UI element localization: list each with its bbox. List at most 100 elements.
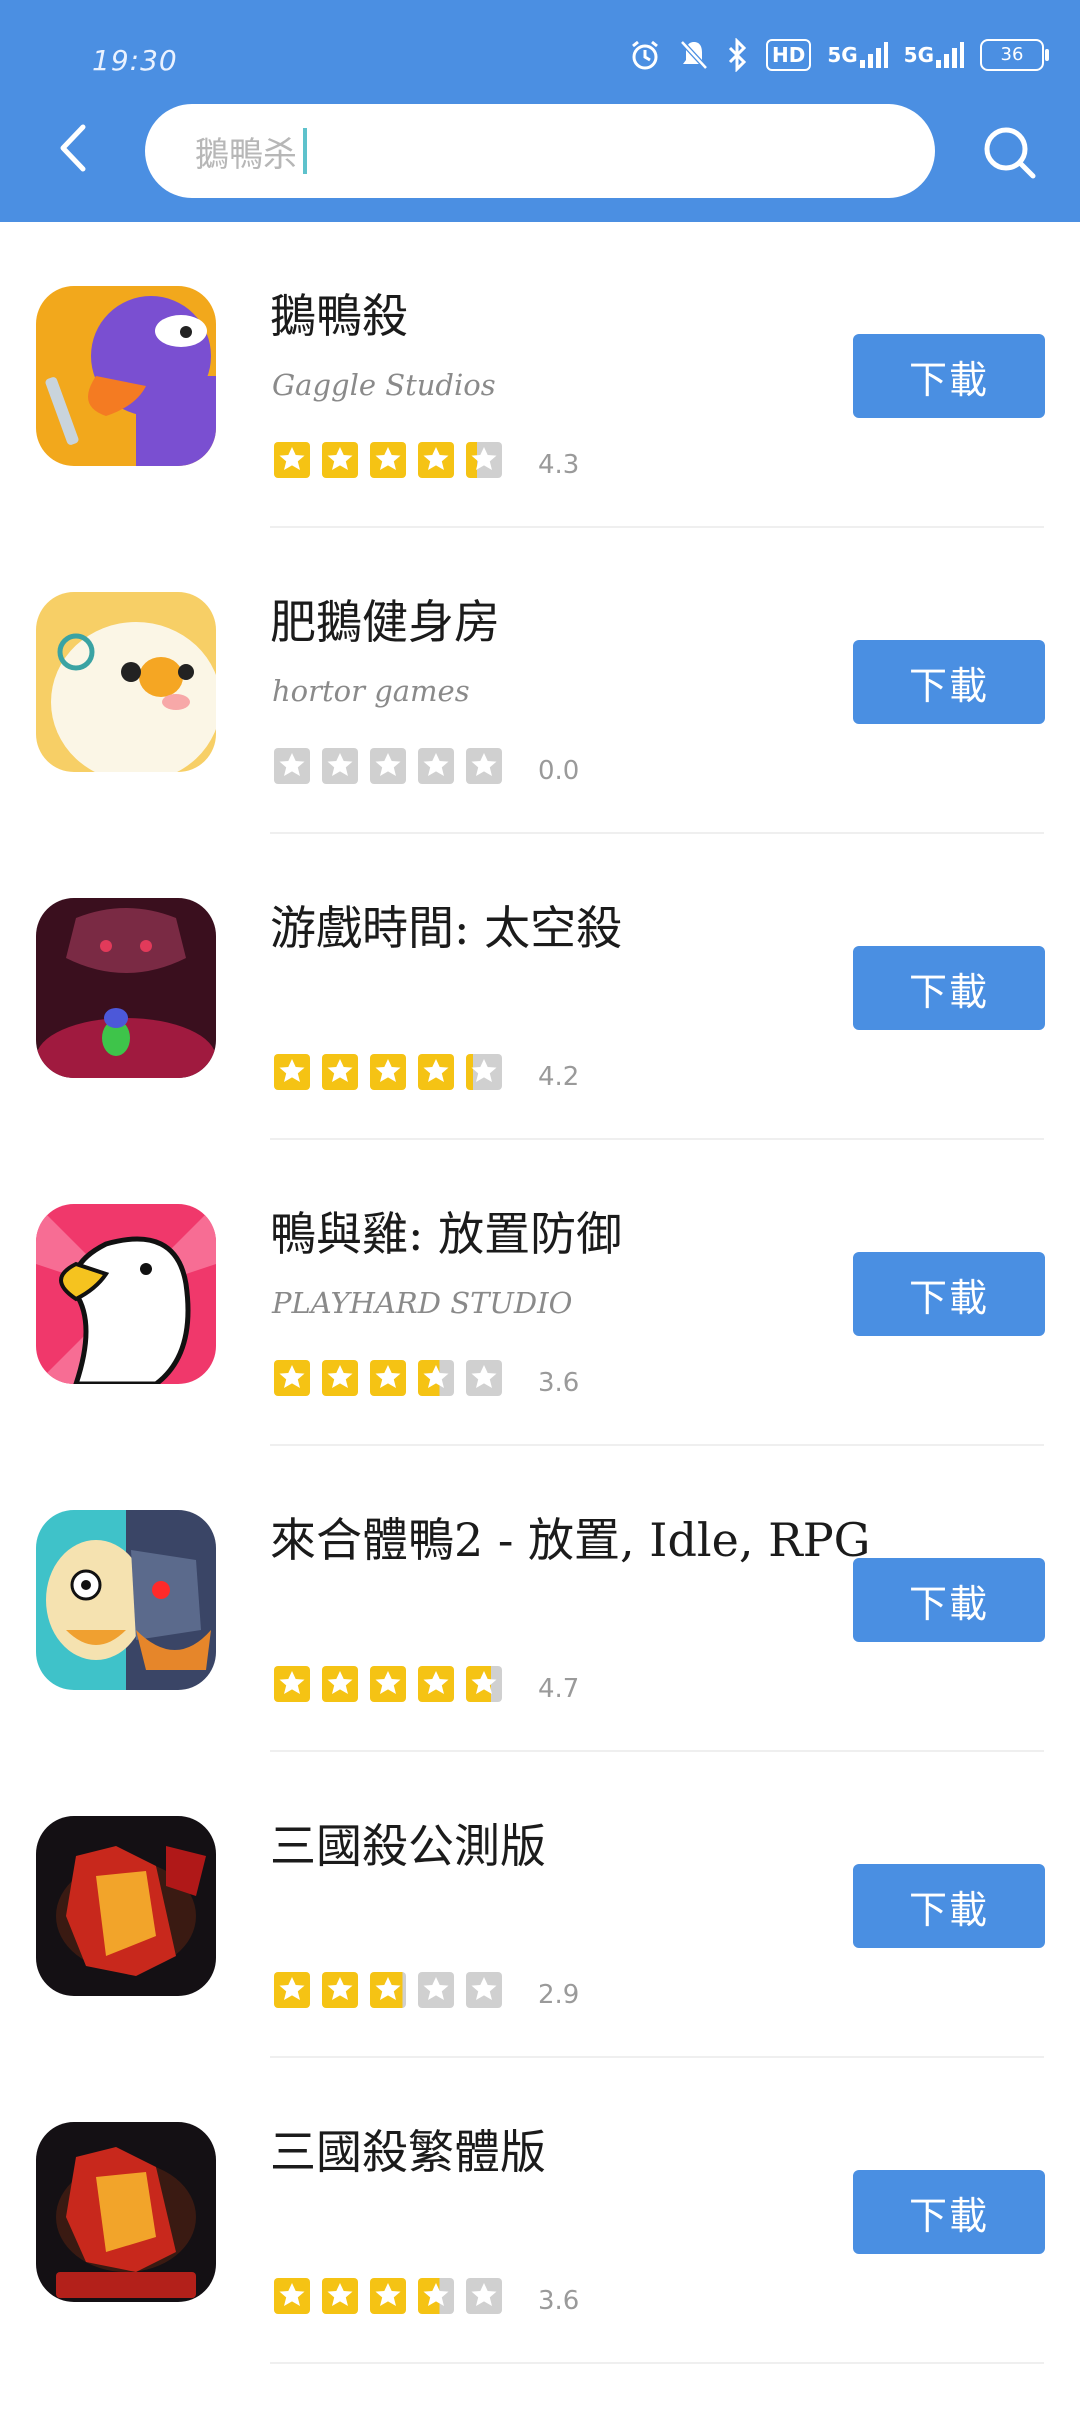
list-item[interactable]: 三國殺繁體版 3.6 下載 xyxy=(0,2058,1080,2364)
alarm-icon xyxy=(628,38,662,72)
app-developer: PLAYHARD STUDIO xyxy=(272,1286,573,1320)
star-icon xyxy=(274,748,310,784)
list-item[interactable]: 肥鵝健身房 hortor games 0.0 下載 xyxy=(0,528,1080,834)
star-icon xyxy=(322,2278,358,2314)
star-icon xyxy=(370,1666,406,1702)
star-icon xyxy=(274,1360,310,1396)
rating-value: 4.7 xyxy=(538,1674,580,1704)
app-icon[interactable] xyxy=(36,1204,216,1384)
star-icon xyxy=(322,1972,358,2008)
app-title: 鴨與雞: 放置防御 xyxy=(270,1207,623,1261)
download-button[interactable]: 下載 xyxy=(853,1864,1045,1948)
app-title: 鵝鴨殺 xyxy=(270,289,408,343)
app-icon[interactable] xyxy=(36,286,216,466)
download-button[interactable]: 下載 xyxy=(853,334,1045,418)
star-icon xyxy=(370,1054,406,1090)
signal-bars-icon xyxy=(936,42,964,68)
network-type-1: 5G xyxy=(827,43,858,67)
star-icon xyxy=(418,748,454,784)
star-rating xyxy=(274,748,502,784)
app-icon[interactable] xyxy=(36,1510,216,1690)
star-icon xyxy=(274,1054,310,1090)
signal-1: 5G xyxy=(827,40,888,70)
app-title: 三國殺公測版 xyxy=(270,1819,546,1873)
star-icon xyxy=(322,1360,358,1396)
star-icon xyxy=(418,1972,454,2008)
app-title: 來合體鴨2 - 放置, Idle, RPG xyxy=(270,1513,871,1567)
star-rating xyxy=(274,1054,502,1090)
star-rating xyxy=(274,1360,502,1396)
download-button[interactable]: 下載 xyxy=(853,946,1045,1030)
star-icon xyxy=(322,442,358,478)
status-icons: HD 5G 5G 36 xyxy=(628,38,1049,72)
app-icon[interactable] xyxy=(36,592,216,772)
signal-bars-icon xyxy=(859,42,888,68)
star-icon xyxy=(370,1972,406,2008)
rating-value: 2.9 xyxy=(538,1980,580,2010)
download-button[interactable]: 下載 xyxy=(853,2170,1045,2254)
star-icon xyxy=(418,1360,454,1396)
star-icon xyxy=(418,1666,454,1702)
top-bar: 19:30 HD 5G 5G 36 鵝鴨杀 xyxy=(0,0,1080,222)
rating-value: 3.6 xyxy=(538,2286,580,2316)
star-icon xyxy=(466,1666,502,1702)
star-icon xyxy=(274,2278,310,2314)
download-button[interactable]: 下載 xyxy=(853,1558,1045,1642)
download-button[interactable]: 下載 xyxy=(853,1252,1045,1336)
search-query: 鵝鴨杀 xyxy=(195,134,297,175)
star-icon xyxy=(418,2278,454,2314)
star-icon xyxy=(466,1054,502,1090)
app-developer: Gaggle Studios xyxy=(272,368,496,402)
star-icon xyxy=(274,442,310,478)
divider xyxy=(270,2362,1044,2364)
star-rating xyxy=(274,1972,502,2008)
star-icon xyxy=(274,1972,310,2008)
search-icon xyxy=(984,127,1036,179)
star-icon xyxy=(370,442,406,478)
star-icon xyxy=(418,442,454,478)
star-icon xyxy=(466,2278,502,2314)
bluetooth-icon xyxy=(726,38,750,72)
star-icon xyxy=(466,1972,502,2008)
star-icon xyxy=(370,748,406,784)
list-item[interactable]: 三國殺公測版 2.9 下載 xyxy=(0,1752,1080,2058)
search-button[interactable] xyxy=(975,118,1045,188)
signal-2: 5G xyxy=(904,40,964,70)
list-item[interactable]: 鴨與雞: 放置防御 PLAYHARD STUDIO 3.6 下載 xyxy=(0,1140,1080,1446)
rating-value: 4.3 xyxy=(538,450,580,480)
star-rating xyxy=(274,442,502,478)
status-time: 19:30 xyxy=(92,44,178,77)
app-icon[interactable] xyxy=(36,898,216,1078)
star-icon xyxy=(466,1360,502,1396)
app-icon[interactable] xyxy=(36,1816,216,1996)
search-input[interactable]: 鵝鴨杀 xyxy=(195,126,875,176)
star-icon xyxy=(466,442,502,478)
list-item[interactable]: 來合體鴨2 - 放置, Idle, RPG 4.7 下載 xyxy=(0,1446,1080,1752)
chevron-left-icon xyxy=(60,124,86,172)
star-icon xyxy=(322,1666,358,1702)
star-icon xyxy=(370,1360,406,1396)
search-box[interactable]: 鵝鴨杀 xyxy=(145,104,935,198)
rating-value: 4.2 xyxy=(538,1062,580,1092)
list-item[interactable]: 鵝鴨殺 Gaggle Studios 4.3 下載 xyxy=(0,222,1080,528)
text-caret xyxy=(303,128,307,174)
app-title: 三國殺繁體版 xyxy=(270,2125,546,2179)
app-developer: hortor games xyxy=(272,674,470,708)
app-title: 肥鵝健身房 xyxy=(270,595,500,649)
network-type-2: 5G xyxy=(903,43,934,67)
star-rating xyxy=(274,2278,502,2314)
back-button[interactable] xyxy=(46,118,98,178)
app-title: 游戲時間: 太空殺 xyxy=(270,901,623,955)
star-icon xyxy=(274,1666,310,1702)
rating-value: 3.6 xyxy=(538,1368,580,1398)
rating-value: 0.0 xyxy=(538,756,580,786)
app-icon[interactable] xyxy=(36,2122,216,2302)
hd-badge: HD xyxy=(765,39,812,71)
star-icon xyxy=(466,748,502,784)
download-button[interactable]: 下載 xyxy=(853,640,1045,724)
mute-bell-icon xyxy=(678,38,710,72)
list-item[interactable]: 游戲時間: 太空殺 4.2 下載 xyxy=(0,834,1080,1140)
star-icon xyxy=(322,748,358,784)
star-icon xyxy=(370,2278,406,2314)
battery-indicator: 36 xyxy=(980,39,1049,71)
